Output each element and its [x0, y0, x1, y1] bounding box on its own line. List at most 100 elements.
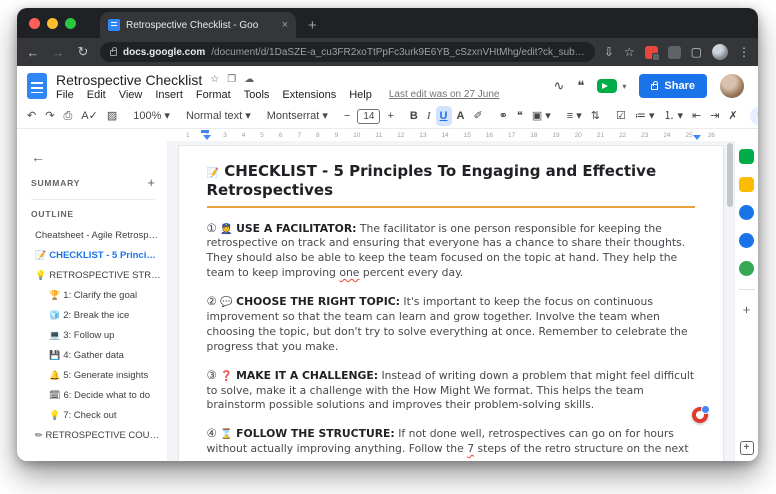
scrollbar-thumb[interactable] — [727, 143, 733, 207]
back-icon[interactable]: ← — [25, 45, 41, 60]
outline-item[interactable]: 💻3: Follow up — [31, 325, 161, 345]
memo-emoji: 📝 — [207, 168, 219, 179]
outline-item[interactable]: 🔔5: Generate insights — [31, 365, 161, 385]
clear-formatting-button[interactable]: ✗ — [724, 106, 741, 126]
summary-label: SUMMARY — [31, 178, 80, 188]
undo-icon[interactable]: ↶ — [23, 106, 40, 126]
line-spacing-button[interactable]: ⇅ — [587, 106, 604, 126]
left-indent-marker[interactable] — [203, 135, 211, 140]
extensions-icon[interactable] — [668, 46, 681, 59]
extension-badge-icon[interactable] — [645, 46, 658, 59]
bulleted-list-button[interactable]: ≔ ▾ — [631, 106, 659, 126]
meet-caret-icon[interactable]: ▾ — [622, 82, 626, 91]
outline-item[interactable]: 💡RETROSPECTIVE STRUCTURE — [31, 265, 161, 285]
send-to-device-icon[interactable]: ⇩ — [604, 46, 614, 58]
menu-item[interactable]: Edit — [87, 89, 106, 101]
font-size-value[interactable]: 14 — [357, 109, 380, 124]
outline-item[interactable]: Cheatsheet - Agile Retrospecti... — [31, 225, 161, 245]
side-panel-toggle-button[interactable]: + — [740, 441, 754, 455]
font-select[interactable]: Montserrat ▾ — [263, 106, 332, 126]
highlight-color-button[interactable]: ✐ — [469, 106, 486, 126]
checklist-button[interactable]: ☑ — [612, 106, 630, 126]
menu-item[interactable]: Insert — [155, 89, 183, 101]
profile-avatar[interactable] — [712, 44, 728, 60]
close-outline-icon[interactable]: ← — [31, 149, 161, 165]
ruler: 1234567891011121314151617181920212223242… — [167, 129, 734, 141]
menu-item[interactable]: Help — [349, 89, 372, 101]
outline-item[interactable]: 🏆1: Clarify the goal — [31, 285, 161, 305]
browser-tab[interactable]: Retrospective Checklist - Goo × — [100, 12, 296, 38]
menu-item[interactable]: Extensions — [282, 89, 336, 101]
italic-button[interactable]: I — [423, 106, 435, 126]
new-tab-button[interactable]: + — [308, 17, 317, 34]
minimize-window-button[interactable] — [47, 18, 58, 29]
outline-item-emoji: 🗓 — [49, 390, 60, 400]
document-page[interactable]: 📝 CHECKLIST - 5 Principles To Engaging a… — [179, 146, 723, 461]
document-title[interactable]: Retrospective Checklist — [56, 72, 202, 88]
editing-mode-button[interactable]: ✎ ▾ — [750, 106, 758, 126]
contacts-icon[interactable] — [739, 233, 754, 248]
decrease-indent-button[interactable]: ⇤ — [688, 106, 705, 126]
print-icon[interactable]: ⎙ — [59, 106, 76, 126]
menu-item[interactable]: File — [56, 89, 74, 101]
outline-item-label: 3: Follow up — [63, 330, 114, 341]
add-summary-button[interactable]: + — [147, 175, 155, 190]
close-window-button[interactable] — [29, 18, 40, 29]
menu-item[interactable]: View — [119, 89, 143, 101]
cloud-saved-icon[interactable]: ☁ — [244, 74, 254, 85]
menu-item[interactable]: Tools — [244, 89, 270, 101]
spellcheck-icon[interactable]: A✓ — [77, 106, 102, 126]
workspace-side-panel: + + — [734, 141, 758, 461]
get-add-ons-button[interactable]: + — [743, 303, 751, 316]
bookmark-star-icon[interactable]: ☆ — [624, 46, 635, 58]
font-size-increase-button[interactable]: + — [383, 106, 397, 126]
styles-select[interactable]: Normal text ▾ — [182, 106, 255, 126]
outline-item[interactable]: 💾4: Gather data — [31, 345, 161, 365]
insights-icon[interactable]: ∿ — [554, 78, 565, 94]
tab-close-icon[interactable]: × — [282, 20, 288, 31]
account-avatar[interactable] — [720, 74, 744, 98]
forward-icon[interactable]: → — [50, 45, 66, 60]
maps-icon[interactable] — [739, 261, 754, 276]
insert-comment-button[interactable]: ❝ — [513, 106, 527, 126]
paint-format-icon[interactable]: ▨ — [103, 106, 121, 126]
bold-button[interactable]: B — [406, 106, 422, 126]
floating-extension-button[interactable] — [692, 407, 708, 423]
share-button[interactable]: Share — [639, 74, 707, 98]
menu-item[interactable]: Format — [196, 89, 231, 101]
last-edit-link[interactable]: Last edit was on 27 June — [389, 89, 500, 100]
align-button[interactable]: ≡ ▾ — [563, 106, 586, 126]
docs-logo-icon[interactable] — [27, 73, 47, 99]
maximize-window-button[interactable] — [65, 18, 76, 29]
reader-mode-icon[interactable]: ▢ — [691, 46, 702, 58]
insert-link-button[interactable]: ⚭ — [495, 106, 512, 126]
right-indent-marker[interactable] — [693, 135, 701, 140]
zoom-select[interactable]: 100% ▾ — [129, 106, 174, 126]
indent-bar-marker[interactable] — [201, 130, 209, 133]
scrollbar[interactable] — [726, 143, 733, 459]
meet-video-icon[interactable] — [597, 79, 617, 93]
redo-icon[interactable]: ↷ — [41, 106, 58, 126]
reload-icon[interactable]: ↻ — [75, 44, 91, 60]
menu-kebab-icon[interactable]: ⋮ — [738, 46, 750, 58]
outline-item[interactable]: 📝CHECKLIST - 5 Principles To... — [31, 245, 161, 265]
outline-item[interactable]: 🧊2: Break the ice — [31, 305, 161, 325]
keep-icon[interactable] — [739, 177, 754, 192]
meet-icon[interactable] — [739, 149, 754, 164]
address-bar[interactable]: docs.google.com/document/d/1DaSZE-a_cu3F… — [100, 42, 595, 62]
insert-image-button[interactable]: ▣ ▾ — [528, 106, 555, 126]
tab-title: Retrospective Checklist - Goo — [126, 20, 276, 31]
star-outline-icon[interactable]: ☆ — [210, 74, 219, 85]
paragraph-emoji: 💬 — [220, 297, 232, 308]
text-color-button[interactable]: A — [453, 106, 469, 126]
outline-item[interactable]: 🗓6: Decide what to do — [31, 385, 161, 405]
outline-item[interactable]: 💡7: Check out — [31, 405, 161, 425]
numbered-list-button[interactable]: ⒈ ▾ — [659, 106, 687, 126]
increase-indent-button[interactable]: ⇥ — [706, 106, 723, 126]
move-to-folder-icon[interactable]: ❐ — [227, 74, 236, 85]
outline-item[interactable]: ✏RETROSPECTIVE COURSE — [31, 425, 161, 445]
underline-button[interactable]: U — [436, 106, 452, 126]
open-comments-icon[interactable]: ❝ — [577, 78, 584, 94]
tasks-icon[interactable] — [739, 205, 754, 220]
font-size-decrease-button[interactable]: − — [340, 106, 354, 126]
